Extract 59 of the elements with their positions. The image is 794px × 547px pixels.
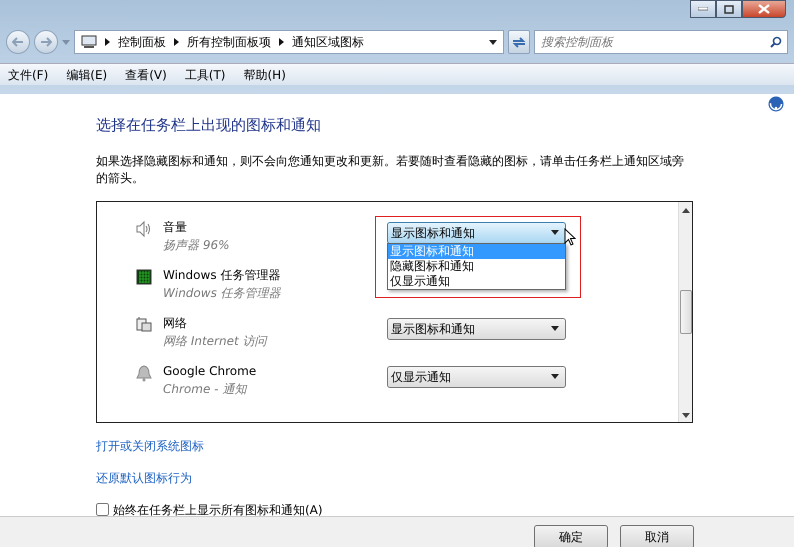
bell-icon (135, 364, 153, 382)
scroll-thumb[interactable] (680, 290, 692, 334)
speaker-icon (135, 220, 153, 238)
scroll-up-icon[interactable] (682, 208, 690, 212)
close-icon (758, 4, 770, 14)
behavior-dropdown[interactable]: 仅显示通知 (387, 366, 566, 388)
menu-item[interactable]: 查看(V) (123, 66, 169, 84)
search-field[interactable]: 搜索控制面板 (534, 30, 788, 54)
link[interactable]: 打开或关闭系统图标 (96, 436, 204, 454)
monitor-grid-icon (135, 268, 153, 286)
help-icon[interactable] (768, 96, 784, 112)
breadcrumb-item[interactable]: 通知区域图标 (292, 33, 364, 51)
back-arrow-icon (12, 37, 24, 47)
menu-item[interactable]: 编辑(E) (64, 66, 110, 84)
minimize-icon (698, 7, 708, 11)
refresh-button[interactable] (508, 30, 530, 54)
breadcrumb-arrow-icon[interactable] (279, 38, 284, 46)
search-icon (770, 36, 782, 48)
scroll-down-icon[interactable] (682, 412, 690, 418)
menu-item[interactable]: 帮助(H) (242, 66, 288, 84)
caret-icon (551, 230, 559, 235)
app-subtitle: 扬声器 96% (163, 236, 230, 254)
menu-item[interactable]: 文件(F) (6, 66, 50, 84)
page-heading: 选择在任务栏上出现的图标和通知 (96, 115, 322, 136)
address-dropdown-icon[interactable] (489, 40, 497, 44)
network-computer-icon (135, 316, 153, 334)
checkbox[interactable] (96, 503, 109, 516)
checkbox-label[interactable]: 始终在任务栏上显示所有图标和通知(A) (113, 500, 323, 518)
dropdown-option[interactable]: 仅显示通知 (388, 274, 565, 288)
dialog-button[interactable]: 取消 (620, 525, 694, 547)
app-name: 网络 (163, 314, 188, 332)
dialog-button[interactable]: 确定 (534, 525, 608, 547)
maximize-icon (724, 4, 734, 14)
minimize-button[interactable] (690, 0, 716, 18)
caret-icon (551, 374, 559, 379)
menu-item[interactable]: 工具(T) (182, 66, 228, 84)
dropdown-option[interactable]: 隐藏图标和通知 (388, 258, 565, 274)
breadcrumb-arrow-icon[interactable] (174, 38, 179, 46)
description-text: 如果选择隐藏图标和通知，则不会向您通知更改和更新。若要随时查看隐藏的图标，请单击任务栏上通知区域旁的箭头。 (96, 152, 685, 186)
behavior-dropdown[interactable]: 显示图标和通知 (387, 222, 566, 244)
breadcrumb-item[interactable]: 所有控制面板项 (187, 33, 271, 51)
close-button[interactable] (742, 0, 786, 18)
caret-icon (551, 326, 559, 331)
breadcrumb-arrow-icon[interactable] (105, 38, 110, 46)
app-subtitle: Windows 任务管理器 (163, 284, 282, 302)
refresh-arrows-icon (511, 35, 527, 49)
computer-icon (81, 35, 97, 49)
behavior-dropdown[interactable]: 显示图标和通知 (387, 318, 566, 340)
address-bar[interactable]: 控制面板 所有控制面板项 通知区域图标 (74, 30, 504, 54)
forward-arrow-icon (40, 37, 52, 47)
breadcrumb-item[interactable]: 控制面板 (118, 33, 166, 51)
scrollbar[interactable] (678, 202, 692, 422)
app-name: Windows 任务管理器 (163, 266, 282, 284)
app-subtitle: Chrome - 通知 (163, 380, 248, 398)
maximize-button[interactable] (716, 0, 742, 18)
link[interactable]: 还原默认图标行为 (96, 468, 192, 486)
app-name: 音量 (163, 218, 188, 236)
app-subtitle: 网络 Internet 访问 (163, 332, 268, 350)
app-name: Google Chrome (163, 362, 258, 380)
